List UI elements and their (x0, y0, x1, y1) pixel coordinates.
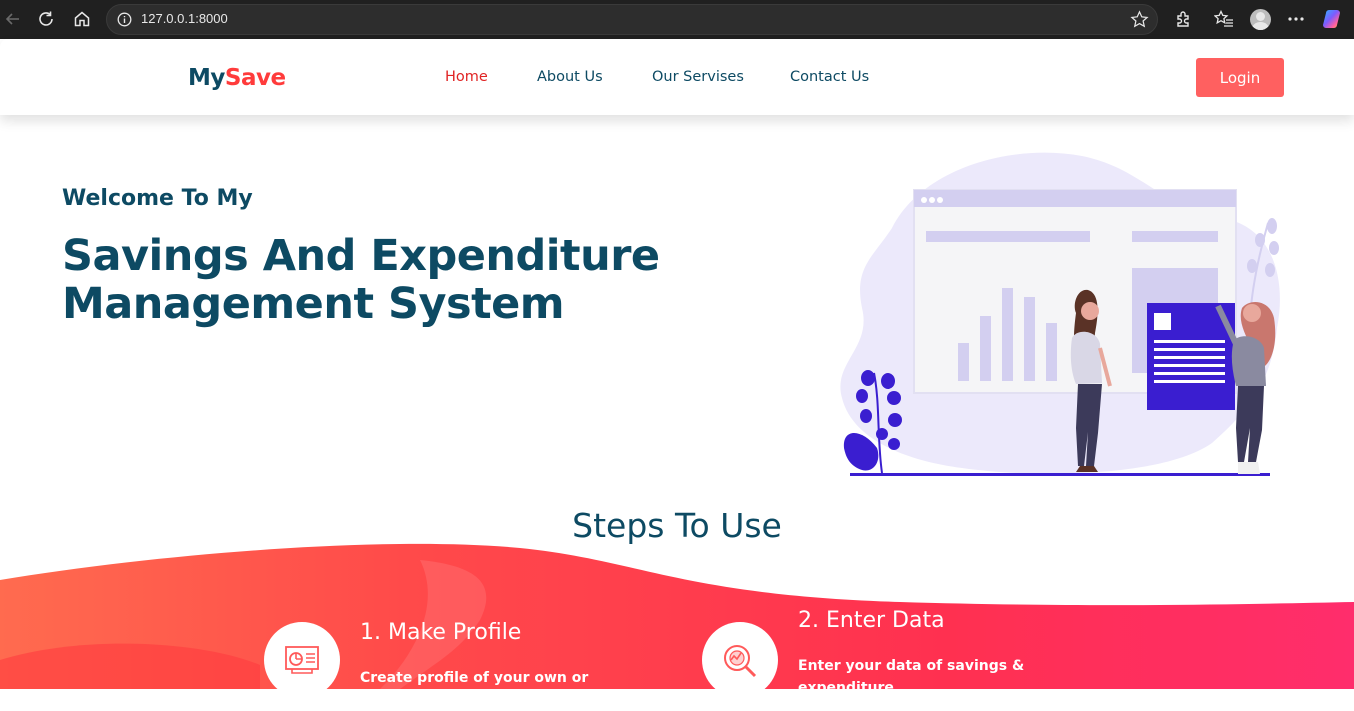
illustration-bar (980, 316, 991, 381)
site-logo[interactable]: MySave (188, 65, 286, 91)
browser-toolbar: 127.0.0.1:8000 (0, 0, 1354, 39)
illustration-bar (1002, 288, 1013, 381)
url-text[interactable]: 127.0.0.1:8000 (141, 11, 228, 26)
hero-subtitle: Welcome To My (62, 186, 253, 211)
document-line (1154, 348, 1225, 351)
illustration-floor (850, 473, 1270, 476)
document-line (1154, 380, 1225, 383)
nav-our-services[interactable]: Our Servises (652, 69, 744, 85)
window-line (926, 231, 1090, 242)
step-description: Create profile of your own or shop (360, 670, 589, 708)
document-line (1154, 364, 1225, 367)
nav-home[interactable]: Home (445, 69, 488, 85)
back-icon[interactable] (2, 8, 24, 30)
nav-contact-us[interactable]: Contact Us (790, 69, 869, 85)
address-bar[interactable]: 127.0.0.1:8000 (106, 4, 1158, 35)
hero-title-line2: Management System (62, 279, 565, 329)
steps-wave-background (0, 543, 1354, 689)
profile-chart-icon (264, 622, 340, 698)
document-line (1154, 340, 1225, 343)
illustration-bar (1046, 323, 1057, 381)
step-title: 2. Enter Data (798, 608, 945, 633)
hero-title-line1: Savings And Expenditure (62, 231, 660, 281)
window-dot (921, 197, 927, 203)
nav-about-us[interactable]: About Us (537, 69, 603, 85)
copilot-icon[interactable] (1322, 8, 1344, 30)
reload-icon[interactable] (35, 8, 57, 30)
document-line (1154, 356, 1225, 359)
data-analysis-icon (702, 622, 778, 698)
illustration-bar (1024, 297, 1035, 381)
illustration-bar (958, 343, 969, 381)
step-description: Enter your data of savings & expenditure (798, 658, 1025, 696)
document-image (1154, 313, 1171, 330)
hero-illustration (840, 152, 1280, 476)
extensions-icon[interactable] (1172, 8, 1194, 30)
login-button[interactable]: Login (1196, 58, 1284, 97)
more-icon[interactable] (1285, 8, 1307, 30)
info-icon[interactable] (117, 12, 132, 31)
window-dot (929, 197, 935, 203)
home-icon[interactable] (71, 8, 93, 30)
favorites-icon[interactable] (1213, 8, 1235, 30)
favorite-star-icon[interactable] (1130, 10, 1149, 33)
hero-title: Savings And Expenditure Management Syste… (62, 232, 702, 328)
site-header: MySave Home About Us Our Servises Contac… (0, 39, 1354, 115)
window-dot (937, 197, 943, 203)
step-title: 1. Make Profile (360, 620, 522, 645)
profile-avatar[interactable] (1249, 8, 1271, 30)
document-line (1154, 372, 1225, 375)
illustration-window-bar (914, 190, 1236, 207)
window-line (1132, 231, 1218, 242)
